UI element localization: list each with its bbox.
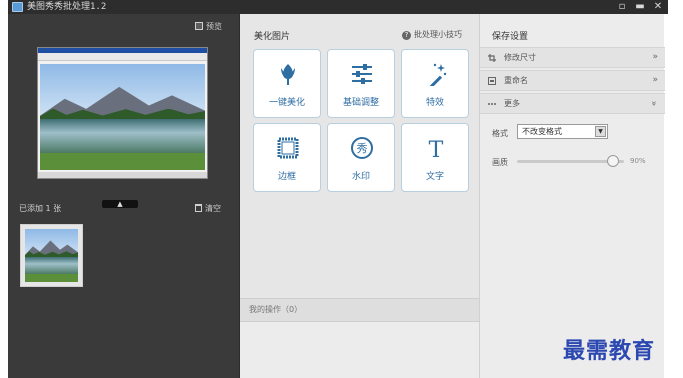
tile-label: 一键美化: [268, 98, 305, 108]
beautify-title: 美化图片: [254, 32, 291, 42]
app-icon: [12, 2, 23, 12]
window-title: 美图秀秀批处理1.2: [27, 2, 107, 12]
help-icon: ?: [402, 31, 411, 40]
tips-link[interactable]: ? 批处理小技巧: [402, 29, 462, 40]
chevron-down-icon: «: [649, 100, 660, 107]
chevron-right-icon: »: [652, 52, 658, 62]
dropdown-arrow-icon[interactable]: ▼: [595, 126, 606, 137]
text-t-icon: T: [429, 138, 444, 160]
basic-adjust-button[interactable]: 基础调整: [327, 49, 395, 118]
magic-wand-icon: [428, 63, 447, 86]
title-bar: 美图秀秀批处理1.2 ▫ ▬ ✕: [8, 0, 668, 14]
preview-window-status: [38, 172, 207, 178]
tile-label: 基础调整: [342, 98, 379, 108]
my-operations-header: 我的操作（0）: [240, 298, 480, 322]
beautify-panel: 美化图片 ? 批处理小技巧 一键美化 基础调整 特效 边框 秀 水印 T 文字 …: [239, 14, 480, 378]
section-label: 更多: [504, 99, 520, 108]
preview-window-menu: [38, 53, 207, 61]
my-operations-area: [240, 322, 480, 378]
trash-icon: [195, 204, 202, 212]
tips-label: 批处理小技巧: [414, 30, 462, 39]
text-button[interactable]: T 文字: [401, 123, 469, 192]
quality-label: 画质: [492, 158, 508, 167]
tile-label: 特效: [425, 98, 444, 108]
effects-button[interactable]: 特效: [401, 49, 469, 118]
section-rename[interactable]: 重命名 »: [480, 70, 665, 91]
close-button[interactable]: ✕: [650, 0, 666, 14]
format-value: 不改变格式: [522, 127, 562, 136]
preview-button[interactable]: 预览: [195, 22, 222, 32]
section-resize[interactable]: 修改尺寸 »: [480, 47, 665, 68]
svg-text:T: T: [429, 138, 444, 160]
tulip-icon: [281, 64, 295, 85]
chevron-right-icon: »: [652, 75, 658, 85]
clear-label: 清空: [205, 204, 221, 213]
frame-icon: [277, 137, 299, 159]
minimize-button[interactable]: ▫: [614, 0, 630, 14]
sliders-icon: [352, 64, 372, 84]
image-thumbnail[interactable]: [20, 224, 83, 287]
image-list-pane: 预览 ▲ 已添加 1 张 清空: [8, 14, 239, 378]
maximize-button[interactable]: ▬: [632, 0, 648, 14]
format-label: 格式: [492, 129, 508, 138]
added-count: 已添加 1 张: [19, 204, 62, 213]
watermark-button[interactable]: 秀 水印: [327, 123, 395, 192]
rename-icon: [488, 77, 496, 85]
tile-label: 边框: [277, 172, 296, 182]
quality-slider-thumb[interactable]: [607, 155, 620, 167]
tile-label: 文字: [425, 172, 444, 182]
svg-text:秀: 秀: [357, 142, 368, 155]
landscape-photo: [40, 64, 205, 170]
watermark-text: 最需教育: [563, 338, 656, 364]
watermark-seal-icon: 秀: [351, 137, 373, 159]
quality-value: 90%: [630, 157, 646, 165]
collapse-toggle[interactable]: ▲: [102, 200, 138, 208]
thumbnail-photo: [25, 229, 78, 282]
save-settings-panel: 保存设置 修改尺寸 » 重命名 » 更多 « 格式 不改变格式 ▼ 画质 90%: [479, 14, 665, 378]
frame-button[interactable]: 边框: [253, 123, 321, 192]
preview-icon: [195, 22, 203, 30]
more-dots-icon: [488, 103, 496, 105]
section-more[interactable]: 更多 «: [480, 93, 665, 114]
crop-icon: [488, 54, 496, 62]
format-select[interactable]: 不改变格式 ▼: [517, 124, 608, 139]
save-settings-title: 保存设置: [492, 32, 529, 42]
preview-image: [37, 47, 208, 179]
tile-label: 水印: [351, 172, 370, 182]
preview-label: 预览: [206, 22, 222, 31]
clear-button[interactable]: 清空: [195, 204, 221, 214]
section-label: 修改尺寸: [504, 53, 536, 62]
one-click-beautify-button[interactable]: 一键美化: [253, 49, 321, 118]
section-label: 重命名: [504, 76, 528, 85]
